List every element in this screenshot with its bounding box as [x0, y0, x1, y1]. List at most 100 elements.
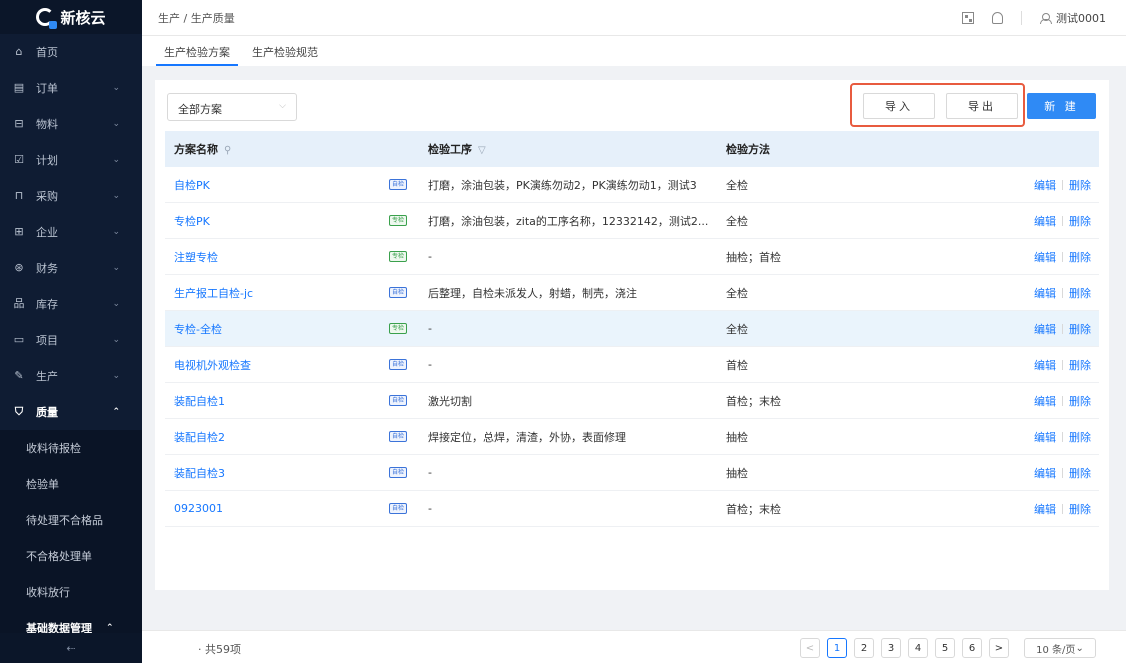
prev-page-button[interactable]: < — [800, 638, 820, 658]
delete-link[interactable]: 删除 — [1069, 321, 1091, 337]
plan-name-link[interactable]: 装配自检1 — [174, 393, 225, 409]
sidebar-item-enterprise[interactable]: ⊞ 企业 ⌄ — [0, 214, 142, 250]
user-menu[interactable]: 测试0001 — [1040, 10, 1106, 26]
project-icon: ▭ — [13, 333, 25, 346]
user-icon — [1040, 12, 1052, 24]
sidebar-item-project[interactable]: ▭ 项目 ⌄ — [0, 322, 142, 358]
table-row: 装配自检2 自检 焊接定位，总焊，清渣，外协，表面修理 抽检 编辑 删除 — [165, 419, 1099, 455]
sidebar-subitem[interactable]: 待处理不合格品 — [0, 502, 142, 538]
collapse-icon: ⇠ — [66, 641, 76, 655]
plan-type-tag: 自检 — [389, 179, 408, 190]
sidebar-item-home[interactable]: ⌂ 首页 — [0, 34, 142, 70]
delete-link[interactable]: 删除 — [1069, 465, 1091, 481]
delete-link[interactable]: 删除 — [1069, 285, 1091, 301]
sidebar-item-plan[interactable]: ☑ 计划 ⌄ — [0, 142, 142, 178]
plan-filter-select[interactable]: 全部方案 ⌵ — [167, 93, 297, 121]
export-button[interactable]: 导出 — [946, 93, 1018, 119]
delete-link[interactable]: 删除 — [1069, 249, 1091, 265]
action-divider — [1062, 395, 1063, 406]
tab-inspection-spec[interactable]: 生产检验规范 — [244, 36, 326, 66]
sidebar-item-material[interactable]: ⊟ 物料 ⌄ — [0, 106, 142, 142]
edit-link[interactable]: 编辑 — [1034, 285, 1056, 301]
brand-logo[interactable]: 新核云 — [0, 0, 142, 34]
sidebar-item-finance[interactable]: ⊛ 财务 ⌄ — [0, 250, 142, 286]
new-button[interactable]: 新 建 — [1027, 93, 1096, 119]
table-row: 0923001 自检 - 首检；末检 编辑 删除 — [165, 491, 1099, 527]
delete-link[interactable]: 删除 — [1069, 357, 1091, 373]
page-button[interactable]: 4 — [908, 638, 928, 658]
sidebar-item-inventory[interactable]: 品库存 ⌄ — [0, 286, 142, 322]
sidebar: 新核云 ⌂ 首页 ▤ 订单 ⌄ ⊟ 物料 ⌄ ☑ 计划 ⌄ ⊓ 采购 ⌄ ⊞ 企业 ⌄ ⊛ 财务 ⌄ 品库存 ⌄ ▭ 项目 ⌄ ✎… — [0, 0, 142, 663]
action-divider — [1062, 467, 1063, 478]
method-cell: 全检 — [726, 286, 748, 300]
sidebar-subitem[interactable]: 检验单 — [0, 466, 142, 502]
plan-name-link[interactable]: 自检PK — [174, 177, 210, 193]
plan-name-link[interactable]: 装配自检2 — [174, 429, 225, 445]
delete-link[interactable]: 删除 — [1069, 501, 1091, 517]
page-tabs: 生产检验方案 生产检验规范 — [142, 36, 1126, 66]
row-actions: 编辑 删除 — [1034, 429, 1091, 445]
sidebar-item-purchase[interactable]: ⊓ 采购 ⌄ — [0, 178, 142, 214]
delete-link[interactable]: 删除 — [1069, 429, 1091, 445]
page-button[interactable]: 2 — [854, 638, 874, 658]
plan-name-link[interactable]: 注塑专检 — [174, 249, 218, 265]
sidebar-item-label: 库存 — [36, 298, 58, 311]
sidebar-subitem[interactable]: 不合格处理单 — [0, 538, 142, 574]
plan-name-link[interactable]: 电视机外观检查 — [174, 357, 251, 373]
delete-link[interactable]: 删除 — [1069, 177, 1091, 193]
chevron-down-icon: ⌄ — [112, 299, 120, 309]
chevron-up-icon: ⌃ — [112, 407, 120, 417]
delete-link[interactable]: 删除 — [1069, 393, 1091, 409]
chevron-down-icon: ⌄ — [112, 119, 120, 129]
edit-link[interactable]: 编辑 — [1034, 249, 1056, 265]
page-button[interactable]: 5 — [935, 638, 955, 658]
method-cell: 抽检 — [726, 466, 748, 480]
edit-link[interactable]: 编辑 — [1034, 501, 1056, 517]
page-button[interactable]: 3 — [881, 638, 901, 658]
sidebar-subitem[interactable]: 收料放行 — [0, 574, 142, 610]
search-icon[interactable]: ⚲ — [224, 145, 231, 156]
delete-link[interactable]: 删除 — [1069, 213, 1091, 229]
edit-link[interactable]: 编辑 — [1034, 465, 1056, 481]
row-actions: 编辑 删除 — [1034, 321, 1091, 337]
next-page-button[interactable]: > — [989, 638, 1009, 658]
page-button[interactable]: 6 — [962, 638, 982, 658]
plan-name-link[interactable]: 生产报工自检-jc — [174, 285, 253, 301]
col-process-header: 检验工序 ▽ — [428, 141, 486, 157]
process-cell: - — [428, 250, 432, 263]
edit-link[interactable]: 编辑 — [1034, 357, 1056, 373]
edit-link[interactable]: 编辑 — [1034, 213, 1056, 229]
enterprise-icon: ⊞ — [14, 225, 24, 238]
chevron-down-icon: ⌄ — [112, 191, 120, 201]
table-row: 装配自检3 自检 - 抽检 编辑 删除 — [165, 455, 1099, 491]
tab-inspection-plan[interactable]: 生产检验方案 — [156, 36, 238, 66]
sidebar-item-wrench[interactable]: ✎ 生产 ⌄ — [0, 358, 142, 394]
plan-name-link[interactable]: 0923001 — [174, 502, 223, 515]
collapse-sidebar-button[interactable]: ⇠ — [0, 633, 142, 663]
page-button[interactable]: 1 — [827, 638, 847, 658]
purchase-icon: ⊓ — [14, 189, 24, 202]
chevron-up-icon: ⌃ — [106, 623, 114, 633]
page-size-select[interactable]: 10 条/页 ⌄ — [1024, 638, 1096, 658]
bell-icon[interactable] — [992, 12, 1003, 24]
edit-link[interactable]: 编辑 — [1034, 429, 1056, 445]
sidebar-item-order[interactable]: ▤ 订单 ⌄ — [0, 70, 142, 106]
breadcrumb: 生产 / 生产质量 — [158, 11, 235, 25]
edit-link[interactable]: 编辑 — [1034, 393, 1056, 409]
row-actions: 编辑 删除 — [1034, 285, 1091, 301]
plan-name-link[interactable]: 专检-全检 — [174, 321, 222, 337]
process-cell: 后整理，自检未派发人，射蜡，制壳，浇注 — [428, 286, 637, 300]
edit-link[interactable]: 编辑 — [1034, 177, 1056, 193]
total-count: · 共59项 — [198, 643, 241, 656]
chevron-down-icon: ⌄ — [1075, 642, 1084, 654]
qrcode-icon[interactable] — [962, 12, 974, 24]
filter-icon[interactable]: ▽ — [478, 145, 486, 156]
sidebar-item-shield[interactable]: ⛉ 质量 ⌃ — [0, 394, 142, 430]
plan-name-link[interactable]: 专检PK — [174, 213, 210, 229]
top-header: 生产 / 生产质量 测试0001 — [142, 0, 1126, 36]
plan-name-link[interactable]: 装配自检3 — [174, 465, 225, 481]
sidebar-subitem[interactable]: 收料待报检 — [0, 430, 142, 466]
action-divider — [1062, 359, 1063, 370]
edit-link[interactable]: 编辑 — [1034, 321, 1056, 337]
import-button[interactable]: 导入 — [863, 93, 935, 119]
